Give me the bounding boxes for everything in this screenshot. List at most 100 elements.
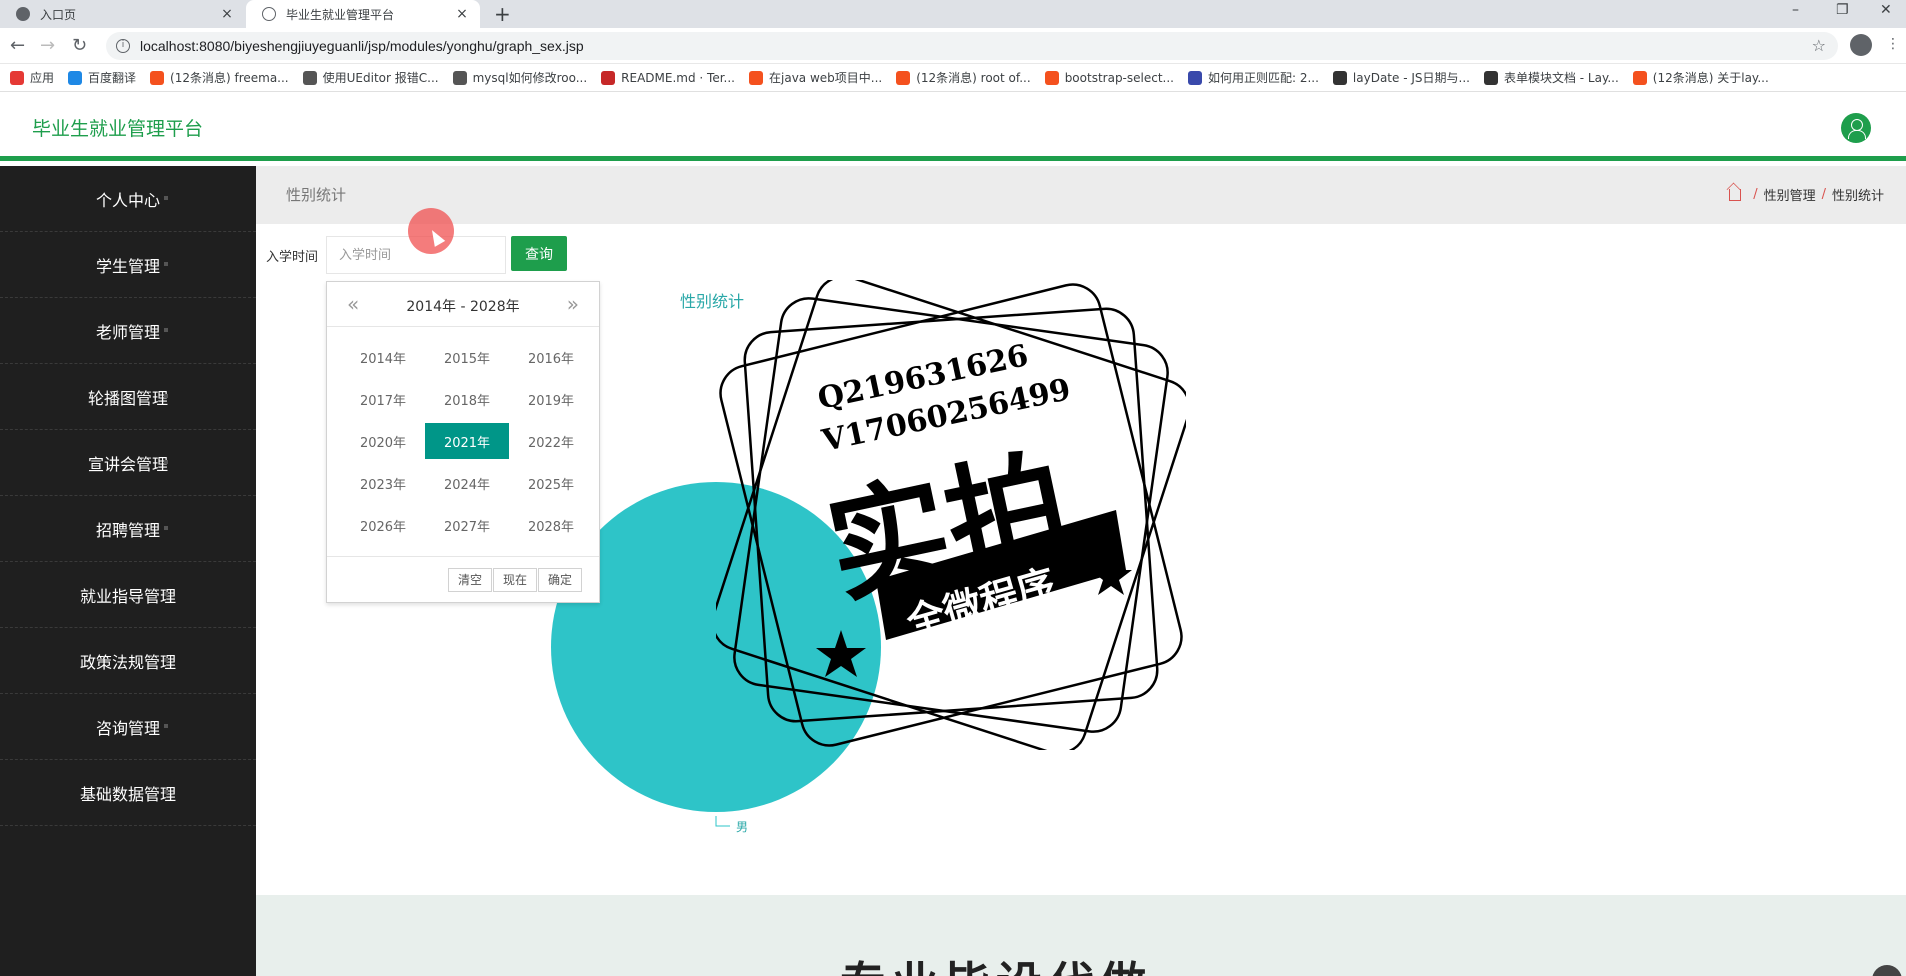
sidebar-item[interactable]: 基础数据管理 bbox=[0, 760, 256, 826]
year-option[interactable]: 2028年 bbox=[509, 507, 593, 543]
year-option[interactable]: 2018年 bbox=[425, 381, 509, 417]
brand-title[interactable]: 毕业生就业管理平台 bbox=[32, 114, 203, 141]
pie-label: 男 bbox=[736, 820, 748, 834]
close-window-icon[interactable]: ✕ bbox=[1880, 2, 1892, 18]
bookmark-label: (12条消息) root of... bbox=[916, 71, 1031, 85]
breadcrumb-bar: 性别统计 / 性别管理 / 性别统计 bbox=[256, 166, 1906, 224]
minimize-icon[interactable]: – bbox=[1792, 2, 1799, 18]
reload-icon[interactable]: ↻ bbox=[72, 35, 87, 56]
year-option[interactable]: 2022年 bbox=[509, 423, 593, 459]
chevron-icon bbox=[164, 394, 168, 398]
confirm-button[interactable]: 确定 bbox=[538, 568, 583, 592]
back-icon[interactable]: ← bbox=[10, 35, 25, 56]
sidebar-item[interactable]: 咨询管理 bbox=[0, 694, 256, 760]
browser-tab-active[interactable]: 毕业生就业管理平台 × bbox=[246, 0, 480, 28]
year-picker-footer: 清空 现在 确定 bbox=[327, 556, 599, 602]
bookmark-item[interactable]: bootstrap-select... bbox=[1044, 70, 1174, 85]
now-button[interactable]: 现在 bbox=[493, 568, 538, 592]
year-option[interactable]: 2025年 bbox=[509, 465, 593, 501]
bookmark-item[interactable]: 百度翻译 bbox=[68, 69, 136, 86]
bookmarks-bar: 应用 百度翻译 (12条消息) freema... 使用UEditor 报错C... m… bbox=[0, 64, 1906, 92]
sidebar: 个人中心学生管理老师管理 轮播图管理 宣讲会管理招聘管理就业指导管理 政策法规管理 咨询… bbox=[0, 166, 256, 976]
year-option[interactable]: 2020年 bbox=[341, 423, 425, 459]
bookmark-item[interactable]: mysql如何修改roo... bbox=[452, 69, 588, 86]
bookmark-favicon-icon bbox=[1044, 70, 1059, 85]
pie-label-line bbox=[715, 816, 730, 827]
year-picker: « 2014年 - 2028年 » 2014年 2015年 2016年 2017年 20… bbox=[326, 281, 600, 603]
tab-title: 入口页 bbox=[40, 7, 77, 22]
new-tab-button[interactable]: + bbox=[494, 2, 511, 26]
star-icon[interactable]: ☆ bbox=[1812, 36, 1826, 55]
sidebar-item[interactable]: 招聘管理 bbox=[0, 496, 256, 562]
info-icon[interactable]: i bbox=[116, 39, 130, 53]
bookmark-label: 在java web项目中... bbox=[769, 71, 883, 85]
sidebar-item[interactable]: 学生管理 bbox=[0, 232, 256, 298]
home-icon[interactable] bbox=[1729, 188, 1742, 201]
bookmark-item[interactable]: 如何用正则匹配: 2... bbox=[1187, 69, 1319, 86]
sidebar-item[interactable]: 宣讲会管理 bbox=[0, 430, 256, 496]
bookmark-item[interactable]: (12条消息) root of... bbox=[896, 69, 1031, 86]
bookmark-label: mysql如何修改roo... bbox=[472, 71, 588, 85]
breadcrumb-item-sex-stats: 性别统计 bbox=[1831, 189, 1884, 204]
year-option[interactable]: 2024年 bbox=[425, 465, 509, 501]
bookmark-item[interactable]: 在java web项目中... bbox=[749, 69, 882, 86]
sidebar-item-label: 个人中心 bbox=[95, 190, 160, 210]
bookmark-item[interactable]: 表单模块文档 - Lay... bbox=[1483, 69, 1619, 86]
forward-icon[interactable]: → bbox=[40, 35, 55, 56]
year-option[interactable]: 2016年 bbox=[509, 339, 593, 375]
sidebar-item-label: 基础数据管理 bbox=[79, 784, 176, 804]
close-icon[interactable]: × bbox=[219, 6, 235, 22]
breadcrumb-separator: / bbox=[1821, 187, 1826, 202]
year-option[interactable]: 2015年 bbox=[425, 339, 509, 375]
sidebar-item[interactable]: 就业指导管理 bbox=[0, 562, 256, 628]
query-button[interactable]: 查询 bbox=[511, 236, 567, 271]
bookmark-label: README.md · Ter... bbox=[621, 70, 735, 85]
sidebar-item-label: 招聘管理 bbox=[95, 520, 160, 540]
year-option[interactable]: 2027年 bbox=[425, 507, 509, 543]
sidebar-item-label: 学生管理 bbox=[95, 256, 160, 276]
url-text: localhost:8080/biyeshengjiuyeguanli/jsp/… bbox=[140, 38, 584, 54]
bookmark-favicon-icon bbox=[1332, 70, 1347, 85]
bookmark-item[interactable]: README.md · Ter... bbox=[601, 70, 735, 85]
sidebar-item-label: 就业指导管理 bbox=[79, 586, 176, 606]
bookmark-favicon-icon bbox=[1483, 70, 1498, 85]
bookmark-label: 百度翻译 bbox=[88, 71, 137, 85]
bookmark-item[interactable]: (12条消息) freema... bbox=[150, 69, 289, 86]
sidebar-item[interactable]: 个人中心 bbox=[0, 166, 256, 232]
bookmark-item[interactable]: 应用 bbox=[10, 69, 54, 86]
close-icon[interactable]: × bbox=[454, 6, 470, 22]
year-option[interactable]: 2014年 bbox=[341, 339, 425, 375]
more-menu-icon[interactable]: ⋮ bbox=[1886, 36, 1900, 52]
bookmark-label: 如何用正则匹配: 2... bbox=[1207, 71, 1319, 85]
year-option[interactable]: 2026年 bbox=[341, 507, 425, 543]
next-range-icon[interactable]: » bbox=[567, 292, 579, 316]
breadcrumb-item-sex-management[interactable]: 性别管理 bbox=[1764, 185, 1816, 204]
bookmark-item[interactable]: (12条消息) 关于lay... bbox=[1632, 69, 1769, 86]
user-avatar-icon[interactable] bbox=[1841, 113, 1871, 143]
sidebar-item[interactable]: 政策法规管理 bbox=[0, 628, 256, 694]
profile-icon[interactable] bbox=[1850, 34, 1872, 56]
year-option[interactable]: 2021年 bbox=[425, 423, 509, 459]
clear-button[interactable]: 清空 bbox=[448, 568, 493, 592]
bookmark-label: 使用UEditor 报错C... bbox=[322, 71, 439, 85]
restore-icon[interactable]: ❐ bbox=[1836, 2, 1849, 18]
sidebar-item[interactable]: 轮播图管理 bbox=[0, 364, 256, 430]
year-option[interactable]: 2019年 bbox=[509, 381, 593, 417]
page-title: 性别统计 bbox=[286, 186, 347, 204]
bookmark-favicon-icon bbox=[749, 70, 763, 85]
sidebar-item[interactable]: 老师管理 bbox=[0, 298, 256, 364]
chevron-icon bbox=[164, 724, 168, 728]
url-field[interactable]: i localhost:8080/biyeshengjiuyeguanli/js… bbox=[106, 32, 1838, 60]
address-bar: ← → ↻ i localhost:8080/biyeshengjiuyegua… bbox=[0, 28, 1906, 64]
year-range-label: 2014年 - 2028年 bbox=[406, 299, 520, 315]
year-option[interactable]: 2023年 bbox=[341, 465, 425, 501]
sidebar-item-label: 政策法规管理 bbox=[79, 652, 176, 672]
sidebar-item-label: 咨询管理 bbox=[95, 718, 160, 738]
chevron-icon bbox=[164, 328, 168, 332]
chevron-icon bbox=[164, 196, 168, 200]
bookmark-label: (12条消息) freema... bbox=[170, 71, 289, 85]
year-option[interactable]: 2017年 bbox=[341, 381, 425, 417]
bookmark-item[interactable]: layDate - JS日期与... bbox=[1332, 69, 1470, 86]
browser-tab-entry[interactable]: 入口页 × bbox=[0, 0, 245, 28]
bookmark-item[interactable]: 使用UEditor 报错C... bbox=[302, 69, 439, 86]
